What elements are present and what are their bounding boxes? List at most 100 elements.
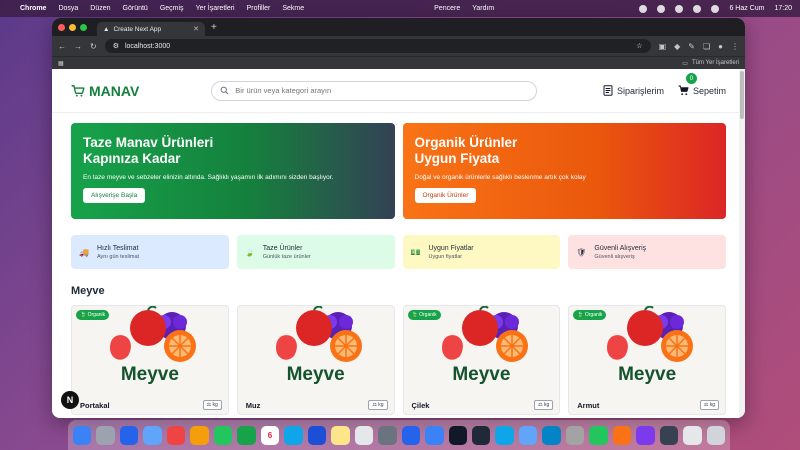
product-card[interactable]: 🍃 Organik Meyve Portakal ⚖ kg [71,305,229,415]
search-icon [220,86,229,95]
menu-item-file[interactable]: Dosya [58,5,78,12]
tab-strip: ▲ Create Next App ✕ + [52,18,745,36]
menu-app[interactable]: Chrome [20,5,46,12]
whatsapp-icon[interactable] [589,425,608,445]
nextjs-dev-indicator[interactable]: N [61,391,79,409]
site-logo[interactable]: MANAV [71,83,139,99]
feature-fast-delivery: 🚚 Hızlı Teslimat Aynı gün teslimat [71,235,229,269]
wifi-icon[interactable] [693,4,702,13]
tray-icon[interactable] [639,4,648,13]
github-icon[interactable] [448,425,467,445]
menu-item-view[interactable]: Görüntü [123,5,148,12]
menubar-date[interactable]: 6 Haz Cum [729,5,764,12]
hero-banner-organic: Organik Ürünler Uygun Fiyata Doğal ve or… [402,123,726,219]
product-category-label: Meyve [120,364,179,385]
site-header: MANAV Siparişlerim 0 [52,69,745,113]
zoom-icon[interactable] [425,425,444,445]
apps-grid-icon[interactable]: ▦ [58,60,64,67]
profile-avatar-icon[interactable]: ● [718,42,723,51]
close-window-button[interactable] [58,23,65,31]
xcode-icon[interactable] [542,425,561,445]
product-category-label: Meyve [452,364,511,385]
forward-icon[interactable]: → [74,42,82,51]
product-card[interactable]: 🍃 Organik Meyve Armut ⚖ kg [568,305,726,415]
facetime-icon[interactable] [213,425,233,445]
feature-title: Hızlı Teslimat [96,244,139,252]
telegram-icon[interactable] [495,425,514,445]
menu-item-edit[interactable]: Düzen [90,5,110,12]
search-input[interactable] [235,86,529,95]
app-store-icon[interactable] [284,425,303,445]
menu-item-window[interactable]: Pencere [434,5,460,12]
address-bar[interactable]: ⚙ localhost:3000 ☆ [104,39,651,53]
reload-icon[interactable]: ↻ [90,42,97,51]
preview-icon[interactable] [518,425,538,445]
feature-title: Güvenli Alışveriş [594,244,647,252]
minimize-window-button[interactable] [69,23,76,31]
page-content: MANAV Siparişlerim 0 [52,69,745,418]
feature-secure-shopping: 🛡 Güvenli Alışveriş Güvenli alışveriş [568,235,726,269]
trash-icon[interactable] [706,425,726,445]
money-icon: 💵 [410,247,421,257]
weight-icon: ⚖ [372,402,377,408]
extension-icon[interactable]: ✎ [688,42,695,51]
vscode-icon[interactable] [307,425,327,445]
extension-icon[interactable]: ◆ [674,42,680,51]
unit-badge: ⚖ kg [534,400,554,410]
calendar-icon[interactable]: 6 [260,425,280,445]
product-category-label: Meyve [286,364,345,385]
back-icon[interactable]: ← [58,42,66,51]
organic-products-button[interactable]: Organik Ürünler [414,188,477,203]
notes-icon[interactable] [331,425,350,445]
downloads-icon[interactable] [683,425,702,445]
control-center-icon[interactable] [711,4,720,13]
orders-link[interactable]: Siparişlerim [603,85,664,96]
menu-item-tab[interactable]: Sekme [282,5,304,12]
terminal-icon[interactable] [471,425,491,445]
product-card[interactable]: 🍃 Organik Meyve Çilek ⚖ kg [402,305,561,415]
menubar-time[interactable]: 17:20 [774,5,792,12]
extensions-puzzle-icon[interactable]: ❏ [703,42,710,51]
music-icon[interactable] [166,425,186,445]
outlook-icon[interactable] [401,425,421,445]
finder-window-icon[interactable] [354,425,374,445]
scrollbar-thumb[interactable] [740,71,744,119]
page-scrollbar[interactable] [739,69,745,418]
finder-icon[interactable] [73,425,92,445]
folder-icon: ▭ [682,60,688,67]
fruit-illustration [441,306,528,362]
menu-item-bookmarks[interactable]: Yer İşaretleri [196,5,235,12]
logo-text: MANAV [89,82,140,99]
bookmark-star-icon[interactable]: ☆ [636,42,642,50]
mail-icon[interactable] [143,425,162,445]
site-info-icon[interactable]: ⚙ [113,42,119,50]
app-icon[interactable] [659,425,679,445]
photos-icon[interactable] [190,425,209,445]
launchpad-icon[interactable] [96,425,115,445]
app-icon[interactable] [612,425,632,445]
feature-subtitle: Günlük taze ürünler [262,253,311,260]
zoom-window-button[interactable] [80,23,87,31]
fruit-illustration [607,306,694,362]
menu-item-profiles[interactable]: Profiller [247,5,271,12]
search-box[interactable] [211,80,538,101]
tab-close-icon[interactable]: ✕ [193,25,199,33]
slack-icon[interactable] [636,425,655,445]
all-bookmarks-button[interactable]: ▭ Tüm Yer İşaretleri [682,60,739,67]
tab-active[interactable]: ▲ Create Next App ✕ [97,22,205,36]
settings-icon[interactable] [378,425,397,445]
new-tab-button[interactable]: + [211,22,217,33]
extension-icon[interactable]: ▣ [659,42,667,51]
start-shopping-button[interactable]: Alışverişe Başla [83,188,146,203]
tray-icon[interactable] [657,4,666,13]
status-tray: 6 Haz Cum 17:20 [639,4,792,13]
app-icon[interactable] [565,425,585,445]
browser-menu-icon[interactable]: ⋮ [731,42,739,51]
menu-item-history[interactable]: Geçmiş [160,5,184,12]
menu-item-help[interactable]: Yardım [472,5,494,12]
cart-link[interactable]: 0 Sepetim [678,73,726,96]
messages-icon[interactable] [237,425,256,445]
tray-icon[interactable] [675,4,684,13]
product-card[interactable]: Meyve Muz ⚖ kg [236,305,395,415]
safari-icon[interactable] [119,425,139,445]
